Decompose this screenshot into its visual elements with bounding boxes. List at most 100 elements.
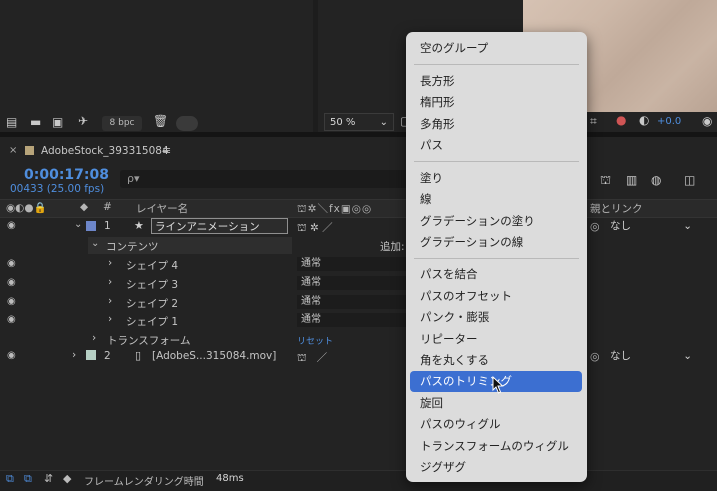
in-out-toggle-icon[interactable]: ◆	[63, 472, 71, 485]
mouse-cursor-icon	[492, 376, 504, 394]
menu-item-polystar[interactable]: 多角形	[420, 116, 455, 132]
menu-item-twist[interactable]: 旋回	[420, 395, 443, 411]
add-menu-button[interactable]: 追加:	[380, 239, 405, 254]
folder-icon[interactable]: ▬	[30, 115, 41, 129]
blend-mode-select[interactable]: 通常	[297, 276, 407, 290]
menu-item-stroke[interactable]: 線	[420, 191, 432, 207]
blend-mode-select[interactable]: 通常	[297, 313, 407, 327]
transform-label[interactable]: トランスフォーム	[107, 333, 190, 348]
layer-name[interactable]: [AdobeS...315084.mov]	[152, 350, 276, 362]
visibility-eye-icon[interactable]: ◉	[7, 277, 16, 288]
blend-mode-select[interactable]: 通常	[297, 295, 407, 309]
menu-item-pucker-bloat[interactable]: パンク・膨張	[420, 309, 489, 325]
parent-value: なし	[610, 350, 631, 362]
flowchart-icon[interactable]: ▤	[6, 115, 17, 129]
chevron-down-icon: ⌄	[683, 350, 692, 362]
menu-item-offset-paths[interactable]: パスのオフセット	[420, 288, 512, 304]
menu-item-repeater[interactable]: リピーター	[420, 331, 478, 347]
twirl-down-icon[interactable]: ⌄	[74, 219, 82, 230]
comp-tab-title[interactable]: AdobeStock_393315084	[41, 145, 169, 157]
zoom-select[interactable]: 50 % ⌄	[324, 113, 394, 131]
snapshot-icon[interactable]: ◉	[702, 114, 712, 128]
menu-item-path[interactable]: パス	[420, 137, 443, 153]
menu-item-wiggle-paths[interactable]: パスのウィグル	[420, 416, 501, 432]
visibility-eye-icon[interactable]: ◉	[7, 350, 16, 361]
graph-editor-icon[interactable]: ◫	[684, 173, 695, 187]
transfer-controls-icon[interactable]: ⇵	[44, 472, 53, 485]
pick-whip-icon[interactable]: ◎	[590, 220, 600, 233]
layer-number: 2	[104, 350, 111, 362]
region-of-interest-icon[interactable]: ⌗	[590, 114, 597, 129]
parent-link-header: 親とリンク	[590, 203, 643, 215]
contents-label[interactable]: コンテンツ	[106, 239, 159, 254]
layer-switches-toggle-icon[interactable]: ⧉	[24, 472, 32, 486]
menu-item-wiggle-transform[interactable]: トランスフォームのウィグル	[420, 438, 569, 454]
shape-group-name[interactable]: シェイプ 1	[126, 314, 178, 329]
visibility-eye-icon[interactable]: ◉	[7, 296, 16, 307]
layer-switches-icons[interactable]: ⛫ ✲ ／	[297, 220, 333, 236]
menu-item-gradient-fill[interactable]: グラデーションの塗り	[420, 213, 535, 229]
menu-item-ellipse[interactable]: 楕円形	[420, 94, 455, 110]
add-context-menu: 空のグループ 長方形 楕円形 多角形 パス 塗り 線 グラデーションの塗り グラ…	[406, 32, 587, 482]
menu-item-zig-zag[interactable]: ジグザグ	[420, 459, 466, 475]
pick-whip-icon[interactable]: ◎	[590, 350, 600, 363]
render-queue-icon[interactable]: ✈	[78, 114, 88, 128]
layer-label-swatch[interactable]	[86, 221, 96, 231]
layer-label-swatch[interactable]	[86, 350, 96, 360]
footage-file-icon: ▯	[135, 349, 142, 362]
blend-mode-select[interactable]: 通常	[297, 257, 407, 271]
layer-name-header[interactable]: レイヤー名	[136, 201, 188, 216]
exposure-value[interactable]: +0.0	[657, 116, 681, 127]
comp-flowchart-icon[interactable]: ⧉	[6, 472, 14, 486]
frame-render-time-value: 48ms	[216, 473, 244, 484]
bit-depth-button[interactable]: 8 bpc	[102, 116, 142, 131]
menu-item-gradient-stroke[interactable]: グラデーションの線	[420, 234, 523, 250]
shape-group-name[interactable]: シェイプ 4	[126, 258, 178, 273]
twirl-right-icon[interactable]: ›	[108, 276, 112, 288]
motion-blur-icon[interactable]: ◍	[651, 173, 661, 187]
close-tab-icon[interactable]: ×	[9, 145, 17, 156]
layer-switches-icons[interactable]: ⛫ ／	[297, 350, 327, 366]
current-timecode[interactable]: 0:00:17:08	[24, 167, 109, 183]
reset-link[interactable]: リセット	[297, 334, 333, 347]
new-composition-icon[interactable]: ▣	[52, 115, 63, 129]
shape-group-name[interactable]: シェイプ 3	[126, 277, 178, 292]
trash-icon[interactable]: 🗑	[153, 114, 168, 128]
twirl-right-icon[interactable]: ›	[92, 332, 96, 344]
draft-3d-icon[interactable]: ⛫	[600, 173, 611, 189]
visibility-eye-icon[interactable]: ◉	[7, 220, 16, 231]
chevron-down-icon: ⌄	[683, 220, 692, 232]
visibility-eye-icon[interactable]: ◉	[7, 258, 16, 269]
menu-item-rectangle[interactable]: 長方形	[420, 73, 455, 89]
twirl-right-icon[interactable]: ›	[72, 349, 76, 361]
search-icon: ρ▾	[127, 172, 140, 185]
shape-layer-star-icon: ★	[134, 219, 144, 232]
menu-separator	[414, 64, 579, 65]
twirl-right-icon[interactable]: ›	[108, 295, 112, 307]
menu-separator	[414, 161, 579, 162]
frame-count: 00433 (25.00 fps)	[10, 183, 105, 195]
menu-item-empty-group[interactable]: 空のグループ	[420, 40, 488, 56]
parent-select[interactable]: なし ⌄	[610, 349, 694, 364]
parent-select[interactable]: なし ⌄	[610, 219, 694, 234]
twirl-down-icon[interactable]: ⌄	[91, 238, 99, 249]
zoom-value: 50 %	[330, 117, 356, 128]
twirl-right-icon[interactable]: ›	[108, 313, 112, 325]
tab-menu-icon[interactable]: ≡	[162, 144, 171, 157]
menu-item-fill[interactable]: 塗り	[420, 170, 443, 186]
menu-separator	[414, 258, 579, 259]
layer-search-input[interactable]	[120, 170, 410, 188]
frame-render-time-label: フレームレンダリング時間	[84, 477, 204, 488]
layer-name-field[interactable]: ラインアニメーション	[151, 218, 288, 234]
visibility-eye-icon[interactable]: ◉	[7, 314, 16, 325]
menu-item-merge-paths[interactable]: パスを結合	[420, 266, 478, 282]
channels-icon[interactable]: ●	[616, 113, 626, 127]
shape-group-name[interactable]: シェイプ 2	[126, 296, 178, 311]
av-features-header-icon: ◉◐●🔒	[6, 202, 47, 214]
menu-item-round-corners[interactable]: 角を丸くする	[420, 352, 489, 368]
frame-blending-icon[interactable]: ▥	[626, 173, 637, 187]
exposure-icon[interactable]: ◐	[639, 113, 649, 127]
toggle-switch[interactable]	[176, 116, 198, 131]
twirl-right-icon[interactable]: ›	[108, 257, 112, 269]
number-header: #	[103, 201, 112, 213]
